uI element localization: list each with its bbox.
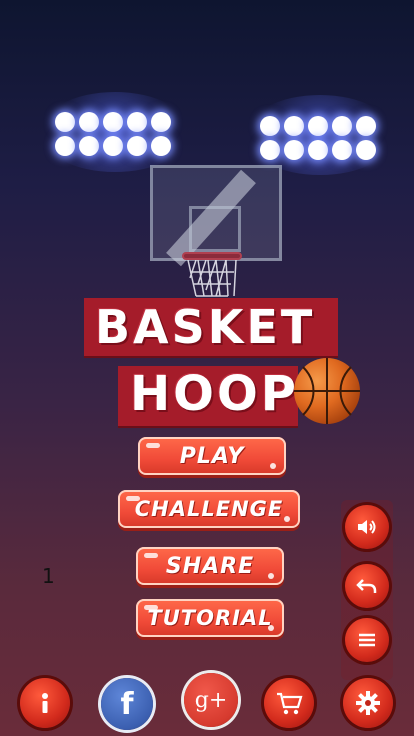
left-stadium-lights <box>55 112 171 156</box>
gear-icon[interactable] <box>343 678 393 728</box>
hoop-net <box>187 260 237 297</box>
overlay-number: 1 <box>42 564 55 588</box>
game-title-line2: HOOP <box>130 366 299 422</box>
facebook-icon[interactable]: f <box>101 678 153 730</box>
challenge-button[interactable]: CHALLENGE <box>118 490 300 528</box>
basketball-icon <box>294 358 360 424</box>
info-icon[interactable] <box>20 678 70 728</box>
game-title-line1: BASKET <box>95 300 316 354</box>
undo-icon[interactable] <box>345 564 389 608</box>
cart-icon[interactable] <box>264 678 314 728</box>
share-button[interactable]: SHARE <box>136 547 284 585</box>
hoop-rim <box>182 252 242 260</box>
right-stadium-lights <box>260 116 376 160</box>
facebook-label: f <box>120 686 134 722</box>
tutorial-button[interactable]: TUTORIAL <box>136 599 284 637</box>
speaker-icon[interactable] <box>345 505 389 549</box>
menu-bars-icon[interactable] <box>345 618 389 662</box>
play-button[interactable]: PLAY <box>138 437 286 475</box>
google-plus-label: g+ <box>194 687 228 713</box>
backboard <box>150 165 282 267</box>
google-plus-icon[interactable]: g+ <box>184 673 238 727</box>
